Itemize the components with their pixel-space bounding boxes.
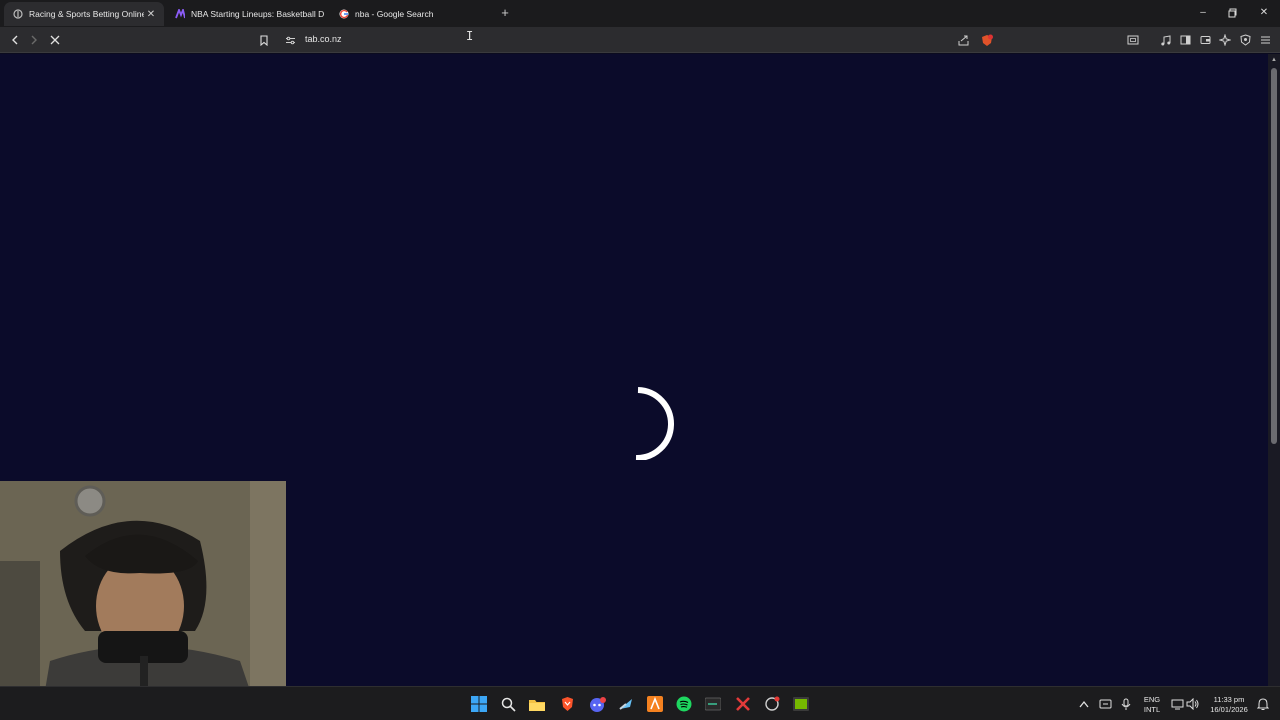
sidebar-icon[interactable] <box>1177 32 1193 48</box>
page-scrollbar[interactable]: ▲ <box>1268 54 1280 686</box>
clock-time: 11:33 pm <box>1213 695 1245 704</box>
loading-spinner-icon <box>635 387 674 460</box>
windows-taskbar: ENG INTL 11:33 pm 16/01/2026 <box>0 686 1280 720</box>
vpn-shield-icon[interactable] <box>1237 32 1253 48</box>
discord-icon[interactable] <box>588 695 606 713</box>
spotify-icon[interactable] <box>675 695 693 713</box>
back-icon[interactable] <box>7 32 23 48</box>
tab-google-search[interactable]: nba - Google Search <box>330 2 490 26</box>
stop-loading-icon[interactable] <box>47 32 63 48</box>
terminal-icon[interactable] <box>704 695 722 713</box>
wallet-icon[interactable] <box>1197 32 1213 48</box>
notifications-icon[interactable] <box>1254 695 1272 713</box>
google-favicon-icon <box>339 9 349 19</box>
nvidia-icon[interactable] <box>792 695 810 713</box>
media-icon[interactable] <box>1157 32 1173 48</box>
tab-title: Racing & Sports Betting Online <box>29 9 144 19</box>
leo-ai-icon[interactable] <box>1217 32 1233 48</box>
new-tab-button[interactable]: + <box>498 5 512 21</box>
bookmark-icon[interactable] <box>256 32 272 48</box>
minimize-icon[interactable]: – <box>1193 5 1213 21</box>
chevron-up-icon[interactable] <box>1075 695 1093 713</box>
restore-icon[interactable] <box>1223 5 1243 21</box>
system-clock[interactable]: 11:33 pm 16/01/2026 <box>1204 695 1254 715</box>
rotowire-favicon-icon <box>175 9 185 19</box>
screenshot-icon[interactable] <box>1125 32 1141 48</box>
webcam-person-image <box>0 481 286 720</box>
share-icon[interactable] <box>955 32 971 48</box>
language-code: ENG <box>1143 695 1161 704</box>
address-bar-url[interactable]: tab.co.nz <box>305 34 342 44</box>
brave-browser-icon[interactable] <box>558 695 576 713</box>
app-x-icon[interactable] <box>734 695 752 713</box>
close-tab-icon[interactable]: ✕ <box>144 9 158 20</box>
keyboard-layout: INTL <box>1143 705 1161 714</box>
scroll-thumb[interactable] <box>1271 68 1277 444</box>
file-explorer-icon[interactable] <box>528 695 546 713</box>
brave-shields-icon[interactable] <box>979 32 995 48</box>
site-info-icon[interactable] <box>282 32 298 48</box>
text-cursor-icon: I <box>466 29 474 43</box>
tab-title: NBA Starting Lineups: Basketball Dai <box>191 9 324 19</box>
forward-icon[interactable] <box>26 32 42 48</box>
windows-start-icon[interactable] <box>470 695 488 713</box>
tab-title: nba - Google Search <box>355 9 434 19</box>
search-icon[interactable] <box>499 695 517 713</box>
sync-icon[interactable] <box>1096 695 1114 713</box>
microphone-icon[interactable] <box>1117 695 1135 713</box>
webcam-overlay <box>0 481 286 720</box>
clock-date: 16/01/2026 <box>1210 705 1248 714</box>
app-recording-icon[interactable] <box>763 695 781 713</box>
scroll-up-icon[interactable]: ▲ <box>1271 57 1277 63</box>
tab-nba-lineups[interactable]: NBA Starting Lineups: Basketball Dai <box>166 2 324 26</box>
tab-favicon-icon <box>13 9 23 19</box>
close-window-icon[interactable]: ✕ <box>1254 5 1274 21</box>
browser-tab-strip: Racing & Sports Betting Online ✕ NBA Sta… <box>0 0 1280 27</box>
volume-icon[interactable] <box>1184 695 1202 713</box>
steam-icon[interactable] <box>617 695 635 713</box>
app-a-icon[interactable] <box>646 695 664 713</box>
tab-racing-betting[interactable]: Racing & Sports Betting Online ✕ <box>4 2 164 26</box>
browser-toolbar: tab.co.nz <box>0 27 1280 53</box>
menu-icon[interactable] <box>1257 32 1273 48</box>
language-indicator[interactable]: ENG INTL <box>1140 695 1164 715</box>
